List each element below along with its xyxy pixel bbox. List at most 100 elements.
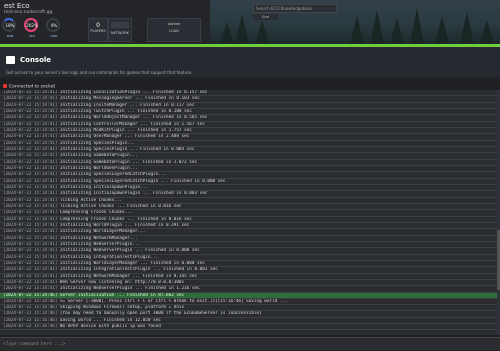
page-title: Console	[20, 56, 52, 64]
log-message: Initializing IntegrationTestsPlugin ... …	[59, 267, 218, 273]
log-timestamp: [2024-07-22 15:14:41]	[3, 184, 58, 190]
players-count: 0	[96, 22, 100, 29]
log-timestamp: [2024-07-22 15:14:41]	[3, 254, 58, 260]
log-timestamp: [2024-07-22 15:14:46]	[3, 311, 58, 317]
log-message: Initializing ModKitPlugin ... Finished i…	[59, 127, 192, 133]
cpu-gauge: 202% CPU	[22, 18, 42, 40]
command-input[interactable]: <Type command here ...>	[0, 337, 500, 350]
load-label: LOAD	[169, 29, 179, 33]
log-message: Compressing Frozen Chunks...	[59, 210, 133, 216]
log-timestamp: [2024-07-22 15:14:46]	[3, 298, 58, 304]
log-timestamp: [2024-07-22 15:14:41]	[3, 159, 58, 165]
log-message: Ticking Active Chunks ... Finished in 0.…	[59, 203, 182, 209]
log-message: Initializing MessagingServer ... Finishe…	[59, 96, 200, 102]
log-message: Initializing SpeciesLayeredCatchPlugin..…	[59, 172, 166, 178]
log-timestamp: [2024-07-22 15:14:46]	[3, 292, 58, 298]
log-timestamp: [2024-07-22 15:14:41]	[3, 115, 58, 121]
log-timestamp: [2024-07-22 15:14:41]	[3, 153, 58, 159]
log-message: Initializing WebServerPlugin ... Finishe…	[59, 248, 200, 254]
log-message: <= Server [-3000]. Press Ctrl + C or Ctr…	[59, 298, 288, 304]
log-message: Initializing InitialSpawnPlugin...	[59, 184, 148, 190]
page-description: Get access to your server's live logs an…	[6, 70, 193, 75]
status-dot-icon	[3, 84, 7, 88]
log-message: Initializing NetworkManager ... Finished…	[59, 273, 198, 279]
log-timestamp: [2024-07-22 15:14:41]	[3, 216, 58, 222]
log-message: Skipping Windows Firewall setup, platfor…	[59, 305, 185, 311]
log-timestamp: [2024-07-22 15:14:41]	[3, 248, 58, 254]
log-message: Initializing InitialSpawnPlugin ... Fini…	[59, 191, 208, 197]
log-timestamp: [2024-07-22 15:14:41]	[3, 165, 58, 171]
players-box: 0 PLAYERS	[88, 18, 108, 42]
disk-gauge: 0% DISK	[44, 18, 64, 40]
log-timestamp: [2024-07-22 15:14:41]	[3, 267, 58, 273]
log-timestamp: [2024-07-22 15:14:41]	[3, 210, 58, 216]
log-message: Initializing NetworkManager...	[59, 235, 138, 241]
log-timestamp: [2024-07-22 15:14:41]	[3, 279, 58, 285]
network-box: NETWORK	[108, 18, 132, 42]
connection-status-text: Connected to socket	[9, 84, 56, 90]
log-message: Initializing TwitchPlugin ... Finished i…	[59, 108, 192, 114]
log-message: Initializing ControllerManager ... Finis…	[59, 121, 205, 127]
log-message: [You may need to manually open port 3000…	[59, 311, 262, 317]
log-message: Initializing UserManager ... Finished in…	[59, 134, 190, 140]
server-header: est Eco test-eco.nodecraft.gg 18% RAM 20…	[0, 0, 500, 44]
log-timestamp: [2024-07-22 15:14:41]	[3, 172, 58, 178]
log-timestamp: [2024-07-22 15:14:41]	[3, 197, 58, 203]
log-timestamp: [2024-07-22 15:14:41]	[3, 127, 58, 133]
log-timestamp: [2024-07-22 15:14:41]	[3, 222, 58, 228]
log-timestamp: [2024-07-22 15:14:41]	[3, 146, 58, 152]
log-timestamp: [2024-07-22 15:16:46]	[3, 317, 58, 323]
log-message: Initializing SpeciesPlugin...	[59, 140, 135, 146]
log-message: Compressing Frozen Chunks ... Finished i…	[59, 216, 192, 222]
log-timestamp: [2024-07-22 15:14:41]	[3, 235, 58, 241]
log-timestamp: [2024-07-22 15:14:41]	[3, 178, 58, 184]
log-message: Web Server now listening on: http://0.0.…	[59, 279, 185, 285]
uptime-box: Uptime LOAD	[147, 18, 201, 42]
log-message: Initializing SpeciesPlugin ... Finished …	[59, 146, 195, 152]
network-label: NETWORK	[111, 31, 129, 35]
knowledgebase-search-input[interactable]: Search ECO Knowledgebase	[253, 4, 337, 13]
log-timestamp: [2024-07-22 15:14:41]	[3, 241, 58, 247]
log-message: Initializing WebServerPlugin...	[59, 241, 141, 247]
log-timestamp: [2024-07-22 15:14:41]	[3, 286, 58, 292]
log-timestamp: [2024-07-22 15:14:41]	[3, 273, 58, 279]
log-row: [2024-07-22 15:16:46] No UPnP device wit…	[0, 324, 500, 331]
log-message: Initializing WorldLayerManager...	[59, 229, 146, 235]
log-timestamp: [2024-07-22 15:14:41]	[3, 96, 58, 102]
log-message: Ticking Active Chunks...	[59, 197, 123, 203]
log-message: No UPnP device with public ip was found	[59, 324, 161, 330]
log-timestamp: [2024-07-22 15:14:41]	[3, 191, 58, 197]
log-message: Initializing InviteManager ... Finished …	[59, 102, 195, 108]
log-timestamp: [2024-07-22 15:14:46]	[3, 305, 58, 311]
server-address: test-eco.nodecraft.gg	[4, 10, 53, 15]
log-message: Initializing LocalizationPlugin ... Fini…	[59, 90, 208, 95]
players-label: PLAYERS	[90, 29, 106, 33]
log-timestamp: [2024-07-22 15:14:41]	[3, 102, 58, 108]
log-timestamp: [2024-07-22 15:14:41]	[3, 134, 58, 140]
log-message: Initializing GameDataPlugin...	[59, 153, 138, 159]
server-title: est Eco	[4, 2, 30, 10]
log-message: Initializing GameDataPlugin ... Finished…	[59, 159, 198, 165]
log-message: Initializing IntegrationTestsPlugin...	[59, 254, 159, 260]
log-message: Initializing WebServerPlugin ... Finishe…	[59, 286, 200, 292]
log-timestamp: [2024-07-22 15:14:41]	[3, 108, 58, 114]
log-timestamp: [2024-07-22 15:14:41]	[3, 90, 58, 95]
console-log[interactable]: [2024-07-22 15:14:41] Initializing Local…	[0, 90, 500, 335]
log-timestamp: [2024-07-22 15:14:41]	[3, 229, 58, 235]
connection-status: Connected to socket	[3, 84, 55, 90]
log-timestamp: [2024-07-22 15:14:41]	[3, 140, 58, 146]
resource-gauges: 18% RAM 202% CPU 0% DISK	[0, 18, 64, 40]
size-badge[interactable]: Size	[253, 14, 278, 20]
log-message: Server initialization ... Finished in 87…	[59, 292, 185, 298]
log-message: Initializing WorldGenPlugin...	[59, 165, 138, 171]
log-message: Initializing WorldLayerManager ... Finis…	[59, 260, 205, 266]
console-icon	[6, 56, 15, 64]
uptime-label: Uptime	[167, 22, 181, 26]
log-message: Initializing WorldPlugin ... Finished in…	[59, 222, 190, 228]
log-message: Saving world ... Finished in 12.050 sec	[59, 317, 161, 323]
log-timestamp: [2024-07-22 15:14:41]	[3, 260, 58, 266]
log-message: Initializing WorldObjectManager ... Fini…	[59, 115, 208, 121]
ram-gauge: 18% RAM	[0, 18, 20, 40]
log-message: Initializing SpeciesLayeredCatchPlugin .…	[59, 178, 226, 184]
log-timestamp: [2024-07-22 15:16:46]	[3, 324, 58, 330]
